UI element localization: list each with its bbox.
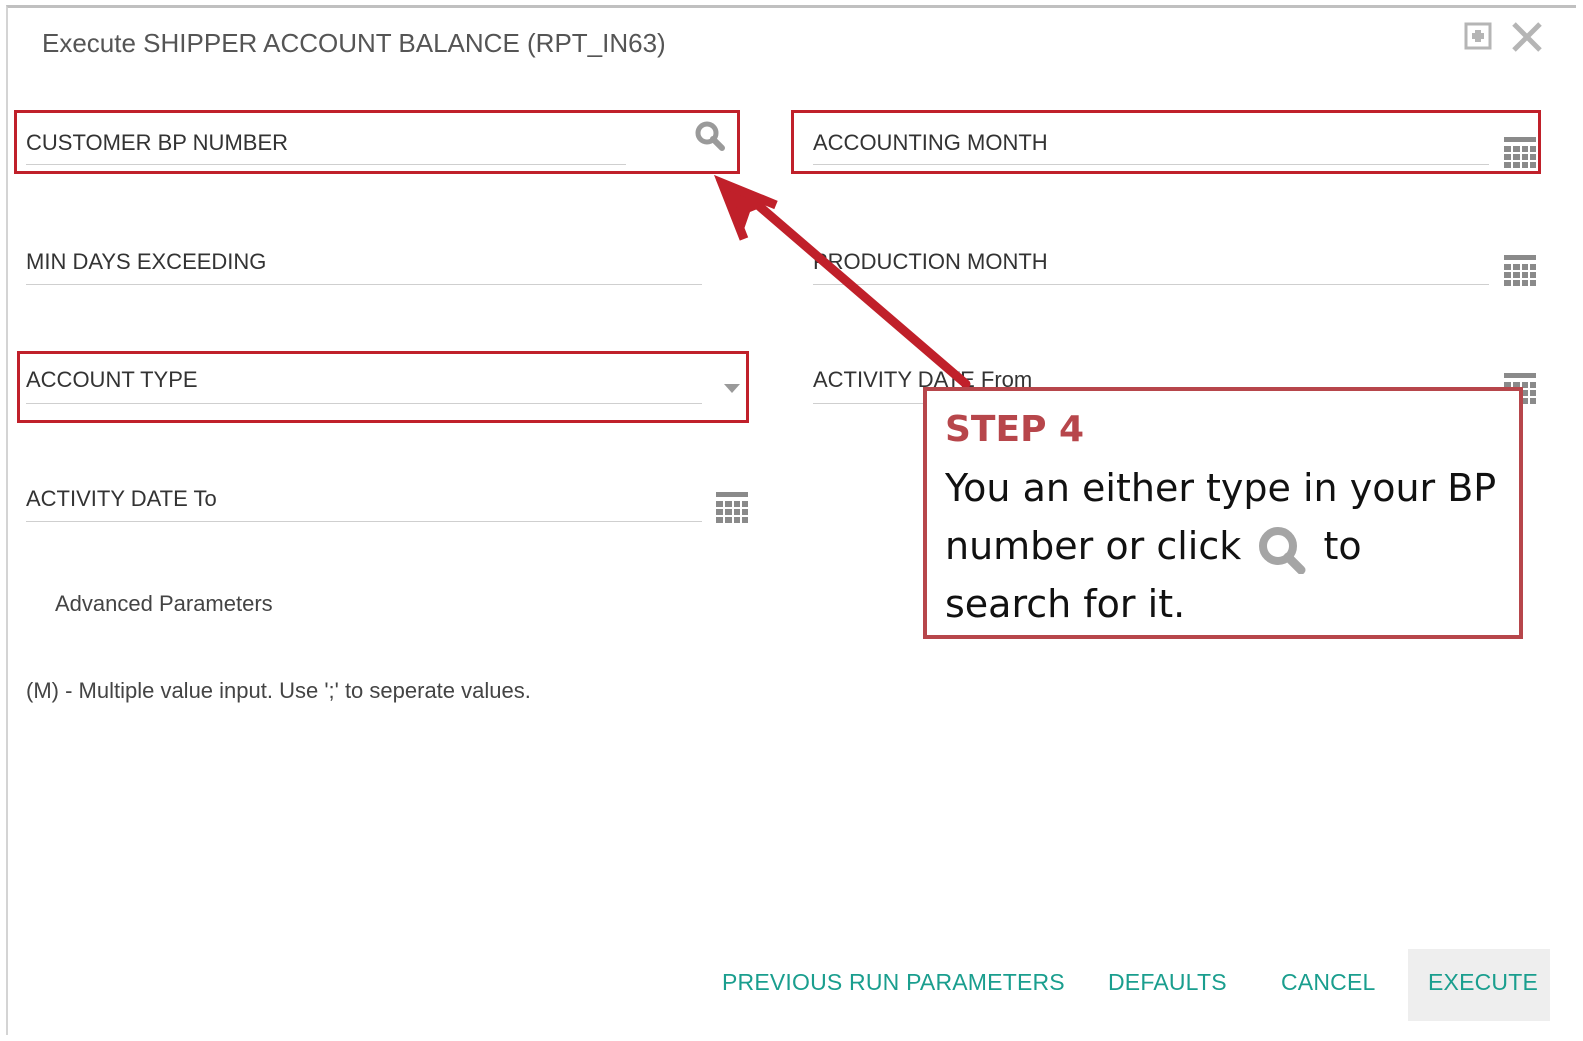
advanced-parameters-link[interactable]: Advanced Parameters <box>55 591 273 617</box>
close-icon[interactable] <box>1510 20 1544 54</box>
min-days-exceeding-label: MIN DAYS EXCEEDING <box>26 249 267 274</box>
calendar-icon[interactable] <box>716 492 748 524</box>
callout-line-2: number or click to <box>945 517 1519 575</box>
activity-date-to-underline <box>26 521 702 522</box>
highlight-account-type <box>17 351 749 423</box>
callout-text: You an either type in your BP number or … <box>945 459 1519 633</box>
previous-run-parameters-button[interactable]: PREVIOUS RUN PARAMETERS <box>722 969 1065 996</box>
production-month-underline <box>813 284 1489 285</box>
callout-step-title: STEP 4 <box>945 409 1085 450</box>
dialog-title: Execute SHIPPER ACCOUNT BALANCE (RPT_IN6… <box>42 28 666 58</box>
search-icon <box>1259 526 1306 574</box>
min-days-exceeding-underline <box>26 284 702 285</box>
highlight-customer-bp-number <box>14 110 740 174</box>
step-callout: STEP 4 You an either type in your BP num… <box>923 387 1523 639</box>
callout-line-1: You an either type in your BP <box>945 466 1497 510</box>
defaults-button[interactable]: DEFAULTS <box>1108 969 1227 996</box>
highlight-accounting-month <box>791 110 1541 174</box>
production-month-label: PRODUCTION MONTH <box>813 249 1048 274</box>
callout-line-2-post: to <box>1323 524 1362 568</box>
execute-button[interactable]: EXECUTE <box>1428 969 1538 996</box>
maximize-icon[interactable] <box>1464 22 1492 50</box>
cancel-button[interactable]: CANCEL <box>1281 969 1376 996</box>
callout-line-3: search for it. <box>945 582 1186 626</box>
callout-line-2-pre: number or click <box>945 524 1242 568</box>
calendar-icon[interactable] <box>1504 255 1536 287</box>
multiple-value-note: (M) - Multiple value input. Use ';' to s… <box>26 678 531 703</box>
activity-date-to-label: ACTIVITY DATE To <box>26 486 217 511</box>
